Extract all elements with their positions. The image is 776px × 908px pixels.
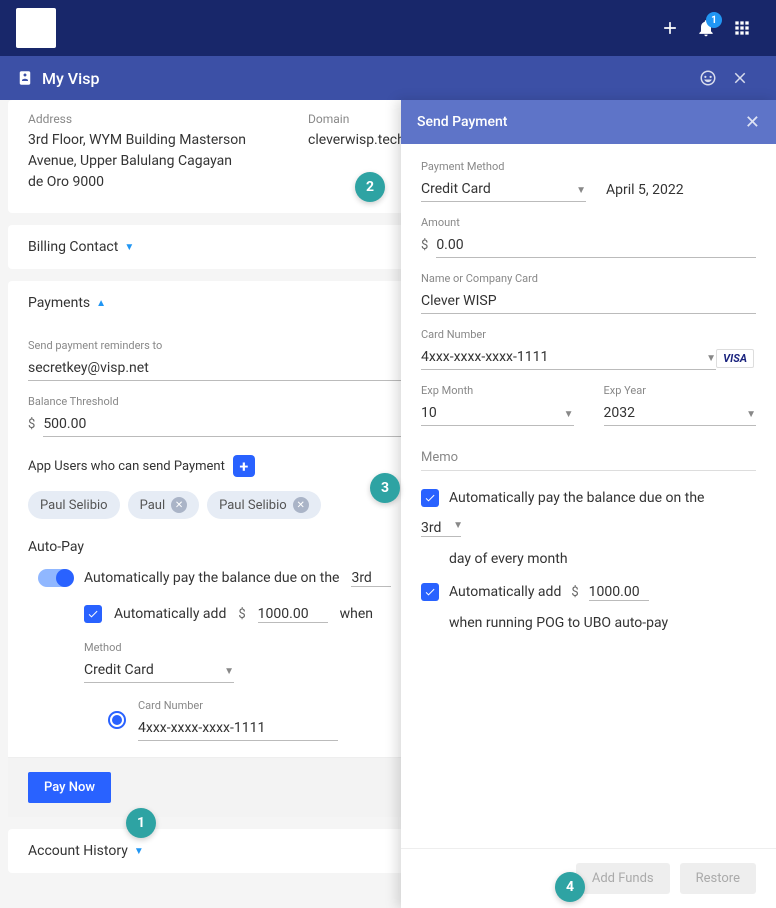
method-select[interactable] [84, 658, 234, 683]
payment-date: April 5, 2022 [606, 182, 684, 202]
memo-label: Memo [421, 450, 756, 465]
expy-label: Exp Year [604, 384, 757, 397]
amount-input[interactable] [436, 233, 756, 258]
chip-remove-icon[interactable]: ✕ [171, 497, 187, 513]
step-badge-4: 4 [555, 872, 585, 902]
app-users-label: App Users who can send Payment [28, 459, 225, 474]
caret-down-icon: ▼ [124, 242, 134, 253]
sp-auto-text2: day of every month [449, 551, 756, 567]
name-input[interactable] [421, 289, 756, 314]
expm-select[interactable] [421, 401, 574, 426]
autopay-day-input[interactable] [351, 570, 391, 587]
expy-select[interactable] [604, 401, 757, 426]
autoadd-text: Automatically add [114, 606, 226, 622]
card-select[interactable] [421, 345, 716, 370]
sidepanel-header: Send Payment ✕ [401, 100, 776, 144]
close-icon[interactable]: ✕ [745, 112, 760, 133]
close-icon[interactable] [728, 62, 760, 94]
top-bar: 1 [0, 0, 776, 56]
section-title: Payments [28, 295, 90, 311]
step-badge-1: 1 [126, 808, 156, 838]
section-title: Account History [28, 843, 128, 859]
notification-badge: 1 [706, 12, 722, 28]
caret-down-icon: ▼ [134, 846, 144, 857]
step-badge-2: 2 [355, 172, 385, 202]
autoadd-checkbox[interactable] [84, 605, 102, 623]
pm-select[interactable] [421, 177, 586, 202]
add-funds-button[interactable]: Add Funds [576, 863, 670, 894]
section-title: Billing Contact [28, 239, 118, 255]
chip: Paul Selibio✕ [207, 491, 321, 519]
card-label: Card Number [421, 328, 756, 341]
restore-button[interactable]: Restore [680, 863, 756, 894]
sp-autoadd-amount[interactable] [589, 584, 649, 601]
panel-title: My Visp [42, 69, 99, 88]
emoji-icon[interactable] [696, 62, 728, 94]
pm-label: Payment Method [421, 160, 756, 173]
pay-now-button[interactable]: Pay Now [28, 772, 111, 803]
domain-label: Domain [308, 112, 405, 126]
amount-label: Amount [421, 216, 756, 229]
dollar-sign: $ [421, 238, 428, 253]
address-value: 3rd Floor, WYM Building Masterson Avenue… [28, 130, 248, 193]
chip: Paul Selibio [28, 491, 120, 519]
chip-remove-icon[interactable]: ✕ [293, 497, 309, 513]
memo-input[interactable] [421, 465, 756, 471]
expm-label: Exp Month [421, 384, 574, 397]
add-icon[interactable] [652, 10, 688, 46]
address-label: Address [28, 112, 248, 126]
sidepanel-footer: Add Funds Restore [401, 848, 776, 908]
sp-autoadd-text: Automatically add [449, 584, 561, 600]
sp-autoadd-checkbox[interactable] [421, 583, 439, 601]
sp-auto-text1: Automatically pay the balance due on the [449, 490, 704, 506]
account-icon [16, 69, 34, 87]
panel-header: My Visp [0, 56, 776, 100]
chip: Paul✕ [128, 491, 200, 519]
add-user-button[interactable]: + [233, 455, 255, 477]
bell-icon[interactable]: 1 [688, 10, 724, 46]
sidepanel-title: Send Payment [417, 114, 507, 130]
sp-autoadd-suffix: when running POG to UBO auto-pay [449, 615, 756, 631]
sp-autopay-checkbox[interactable] [421, 489, 439, 507]
autopay-text: Automatically pay the balance due on the [84, 570, 339, 586]
logo [16, 8, 56, 48]
autopay-toggle[interactable] [38, 569, 72, 587]
sp-auto-day-select[interactable] [421, 520, 461, 537]
domain-value: cleverwisp.tech [308, 130, 405, 151]
autoadd-amount-input[interactable] [258, 606, 328, 623]
cardnum-input[interactable] [138, 716, 338, 741]
step-badge-3: 3 [370, 473, 400, 503]
caret-up-icon: ▲ [96, 298, 106, 309]
apps-icon[interactable] [724, 10, 760, 46]
send-payment-panel: Send Payment ✕ Payment Method ▼ April 5,… [401, 100, 776, 908]
dollar-sign: $ [28, 417, 35, 432]
name-label: Name or Company Card [421, 272, 756, 285]
autoadd-suffix: when [340, 606, 373, 622]
card-radio[interactable] [108, 711, 126, 729]
visa-badge: VISA [716, 349, 754, 368]
